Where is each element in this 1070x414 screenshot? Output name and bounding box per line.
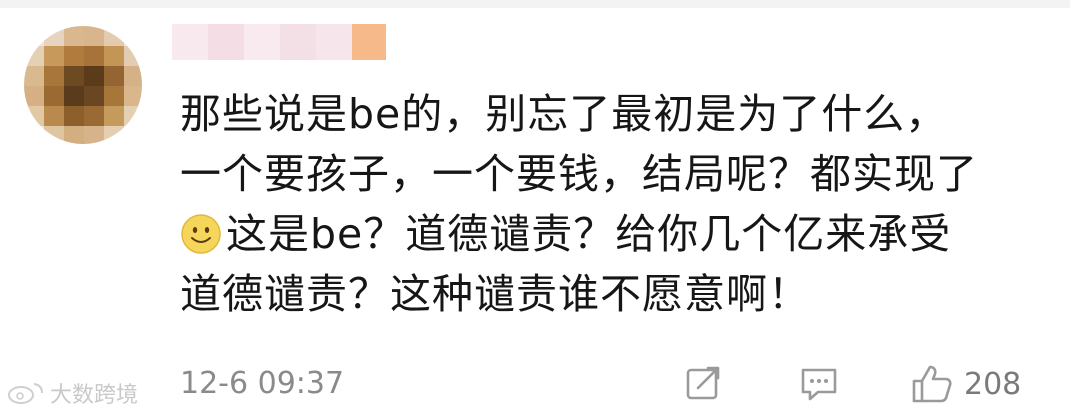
comment-icon (801, 368, 837, 401)
avatar-pixel (84, 66, 104, 86)
avatar-pixel (24, 26, 44, 46)
avatar-pixel (64, 66, 84, 86)
comment-line-2: 一个要孩子，一个要钱，结局呢？都实现了 (180, 150, 978, 198)
avatar-pixel (104, 46, 124, 66)
smile-emoji-icon (181, 214, 221, 254)
avatar-pixel (64, 126, 84, 144)
like-icon (912, 365, 952, 403)
avatar-pixel (124, 106, 142, 126)
avatar-pixel (124, 126, 142, 144)
avatar-pixel (44, 86, 64, 106)
avatar-pixel (104, 66, 124, 86)
avatar-pixel (84, 86, 104, 106)
avatar-pixel (44, 66, 64, 86)
comment-timestamp: 12-6 09:37 (180, 366, 345, 401)
comment-text: 那些说是be的，别忘了最初是为了什么， 一个要孩子，一个要钱，结局呢？都实现了 … (180, 84, 1040, 324)
avatar-pixel (24, 126, 44, 144)
avatar-pixel (84, 106, 104, 126)
top-divider (0, 0, 1070, 8)
avatar-pixel (64, 106, 84, 126)
avatar-pixel (104, 126, 124, 144)
comment-line-3-wrap: 这是be？道德谴责？给你几个亿来承受 (180, 204, 1040, 264)
avatar-pixel (104, 86, 124, 106)
share-button[interactable] (684, 362, 724, 406)
avatar-pixel (24, 46, 44, 66)
avatar-pixel (104, 106, 124, 126)
comment-line-4: 道德谴责？这种谴责谁不愿意啊！ (180, 270, 810, 318)
share-icon (686, 366, 720, 400)
avatar-pixel (44, 26, 64, 46)
avatar-pixel (64, 26, 84, 46)
comment-line-3: 这是be？道德谴责？给你几个亿来承受 (226, 210, 952, 258)
avatar-pixel (24, 86, 44, 106)
weibo-logo-icon (8, 383, 43, 404)
avatar-pixel (64, 86, 84, 106)
avatar-pixel (84, 126, 104, 144)
avatar-pixel (44, 106, 64, 126)
avatar-pixel (24, 106, 44, 126)
avatar-pixel (124, 86, 142, 106)
watermark: 大数跨境 (6, 376, 138, 410)
avatar-pixel (84, 26, 104, 46)
avatar-pixel (104, 26, 124, 46)
avatar-pixel (24, 66, 44, 86)
like-button[interactable]: 208 (910, 362, 1021, 406)
avatar-pixel (124, 66, 142, 86)
watermark-text: 大数跨境 (50, 383, 139, 408)
avatar-pixel (124, 26, 142, 46)
comment-button[interactable] (798, 362, 840, 406)
avatar-pixel (124, 46, 142, 66)
username-blurred[interactable] (172, 24, 392, 60)
avatar-pixel (64, 46, 84, 66)
avatar-pixel (44, 46, 64, 66)
avatar-pixel (84, 46, 104, 66)
like-count: 208 (964, 366, 1022, 402)
avatar[interactable] (24, 26, 142, 144)
comment-line-1: 那些说是be的，别忘了最初是为了什么， (180, 90, 948, 138)
avatar-pixel (44, 126, 64, 144)
